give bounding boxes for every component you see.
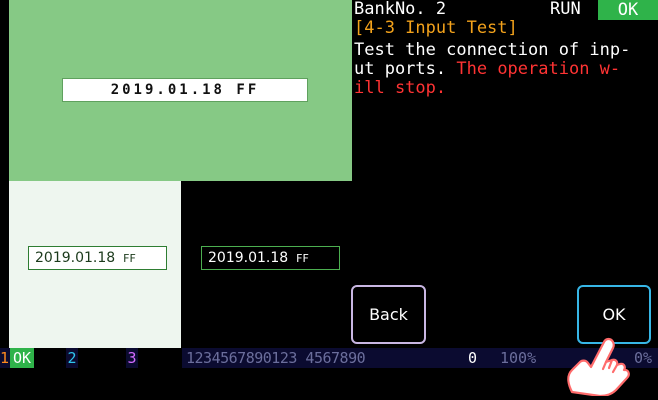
section-title: [4-3 Input Test] xyxy=(354,18,518,38)
back-button[interactable]: Back xyxy=(351,285,426,344)
date-text: 2019.01.18 xyxy=(208,250,289,266)
slot-2-bar xyxy=(78,348,126,368)
date-suffix: FF xyxy=(296,251,309,265)
description-line-2: ut ports. The operation w- xyxy=(354,60,620,78)
date-text: 2019.01.18 xyxy=(35,250,116,266)
warning-text: The operation w- xyxy=(456,59,621,79)
description-line-1: Test the connection of inp- xyxy=(354,40,631,60)
description-text: ut ports. xyxy=(354,59,447,79)
last-percent-value: 0% xyxy=(634,349,653,367)
date-suffix: FF xyxy=(123,251,136,265)
slot-3-bar xyxy=(138,348,182,368)
slot-1-number: 1 xyxy=(0,349,10,367)
io-digit-row: 1234567890123 4567890 xyxy=(186,349,366,367)
date-box-light: 2019.01.18 FF xyxy=(28,246,167,270)
bank-number: BankNo. 2 xyxy=(354,0,447,19)
slot-3-number: 3 xyxy=(127,349,137,367)
percent-value: 100% xyxy=(500,349,537,367)
ok-status-badge: OK xyxy=(598,0,658,20)
count-value: 0 xyxy=(468,349,478,367)
warning-text-line-3: ill stop. xyxy=(354,78,447,98)
date-box-dark: 2019.01.18 FF xyxy=(201,246,340,270)
camera-date-stamp: 2019.01.18 FF xyxy=(62,78,308,102)
slot-2-number: 2 xyxy=(66,348,78,368)
slot-1-status: OK xyxy=(10,348,34,368)
tap-hand-icon xyxy=(560,322,632,398)
run-status: RUN xyxy=(550,0,581,19)
slot-1-bar xyxy=(34,348,66,368)
